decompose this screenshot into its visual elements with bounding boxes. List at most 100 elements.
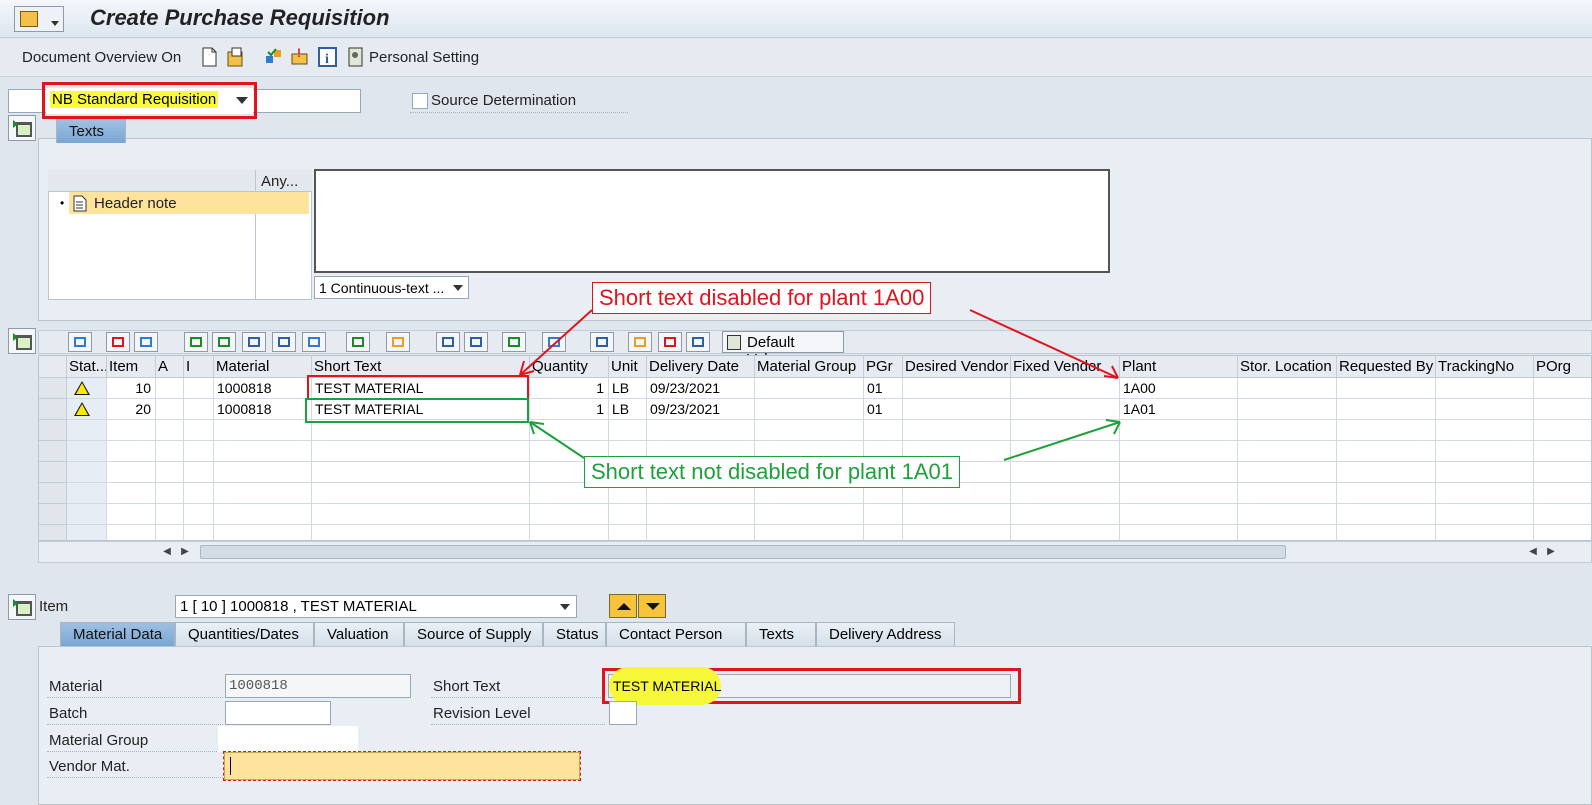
cell-status[interactable] [67,462,107,483]
cell-material-group[interactable] [755,399,864,420]
deselect-icon[interactable] [212,332,236,352]
row-selector[interactable] [39,420,67,441]
header-note-editor[interactable] [314,169,1110,273]
cell-status[interactable] [67,420,107,441]
cell-track[interactable] [1436,504,1534,525]
cell-desired-vendor[interactable] [903,399,1011,420]
cell-a[interactable] [156,441,184,462]
cell-fixed-vendor[interactable] [1011,420,1120,441]
cell-plant[interactable] [1120,525,1238,540]
cell-short-text[interactable] [312,483,530,504]
cell-material[interactable] [214,441,312,462]
column-header-track[interactable]: TrackingNo [1436,356,1534,378]
cell-fixed-vendor[interactable] [1011,378,1120,399]
cell-a[interactable] [156,504,184,525]
cell-material[interactable] [214,504,312,525]
cell-porg[interactable] [1534,483,1591,504]
display-variant-icon[interactable] [542,332,566,352]
tab-valuation[interactable]: Valuation [314,622,404,646]
tab-texts[interactable]: Texts [56,119,126,143]
cell-quantity[interactable]: 1 [530,399,609,420]
cell-i[interactable] [184,483,214,504]
row-selector[interactable] [39,378,67,399]
cell-req[interactable] [1337,399,1436,420]
cell-delivery-date[interactable] [647,504,755,525]
check-icon[interactable] [264,46,283,68]
cell-pgr[interactable] [864,420,903,441]
hold-icon[interactable] [226,46,245,68]
column-header-quantity[interactable]: Quantity [530,356,609,378]
cell-porg[interactable] [1534,441,1591,462]
cell-material[interactable]: 1000818 [214,399,312,420]
cell-status[interactable] [67,504,107,525]
cell-a[interactable] [156,525,184,540]
cell-track[interactable] [1436,399,1534,420]
cell-a[interactable] [156,462,184,483]
cell-delivery-date[interactable]: 09/23/2021 [647,399,755,420]
row-selector[interactable] [39,462,67,483]
cell-material[interactable] [214,462,312,483]
cell-track[interactable] [1436,441,1534,462]
cell-desired-vendor[interactable] [903,378,1011,399]
filter-icon[interactable] [302,332,326,352]
cell-item[interactable]: 20 [107,399,156,420]
cell-fixed-vendor[interactable] [1011,483,1120,504]
messages-icon[interactable]: ! [290,46,309,68]
column-header-a[interactable]: A [156,356,184,378]
tab-source-of-supply[interactable]: Source of Supply [404,622,543,646]
cell-fixed-vendor[interactable] [1011,441,1120,462]
cell-delivery-date[interactable]: 09/23/2021 [647,378,755,399]
expand-icon[interactable] [8,328,36,354]
cell-track[interactable] [1436,462,1534,483]
cell-delivery-date[interactable] [647,420,755,441]
cell-delivery-date[interactable] [647,525,755,540]
revision-level-field[interactable] [609,701,637,725]
cell-material[interactable] [214,483,312,504]
column-header-item[interactable]: Item [107,356,156,378]
cell-req[interactable] [1337,462,1436,483]
column-header-plant[interactable]: Plant [1120,356,1238,378]
cell-desired-vendor[interactable] [903,525,1011,540]
column-header-pgr[interactable]: PGr [864,356,903,378]
cell-plant[interactable] [1120,462,1238,483]
document-overview-button[interactable]: Document Overview On [22,49,181,66]
source-determination-checkbox[interactable] [412,93,428,109]
cell-stor[interactable] [1238,441,1337,462]
column-header-status[interactable]: Stat... [67,356,107,378]
app-menu-icon[interactable] [14,6,64,32]
tab-material-data[interactable]: Material Data [60,622,175,646]
cell-item[interactable] [107,420,156,441]
cell-a[interactable] [156,483,184,504]
info-icon[interactable] [590,332,614,352]
cell-material[interactable] [214,420,312,441]
cell-material-group[interactable] [755,525,864,540]
cell-req[interactable] [1337,525,1436,540]
cell-i[interactable] [184,399,214,420]
sum-icon[interactable] [346,332,370,352]
cell-item[interactable]: 10 [107,378,156,399]
cell-material[interactable]: 1000818 [214,378,312,399]
new-document-icon[interactable] [200,46,219,68]
select-all-icon[interactable] [184,332,208,352]
cell-unit[interactable] [609,504,647,525]
find-icon[interactable] [242,332,266,352]
cell-short-text[interactable] [312,462,530,483]
cell-status[interactable] [67,378,107,399]
column-header-porg[interactable]: POrg [1534,356,1591,378]
column-header-stor[interactable]: Stor. Location [1238,356,1337,378]
cell-status[interactable] [67,483,107,504]
cell-unit[interactable] [609,420,647,441]
cell-plant[interactable]: 1A01 [1120,399,1238,420]
copy-icon[interactable] [106,332,130,352]
cell-stor[interactable] [1238,504,1337,525]
views-icon[interactable] [464,332,488,352]
cell-fixed-vendor[interactable] [1011,504,1120,525]
cell-pgr[interactable] [864,525,903,540]
column-header-i[interactable]: I [184,356,214,378]
cell-stor[interactable] [1238,399,1337,420]
row-selector[interactable] [39,525,67,540]
cell-req[interactable] [1337,441,1436,462]
cell-pgr[interactable] [864,504,903,525]
cell-req[interactable] [1337,483,1436,504]
cell-track[interactable] [1436,420,1534,441]
